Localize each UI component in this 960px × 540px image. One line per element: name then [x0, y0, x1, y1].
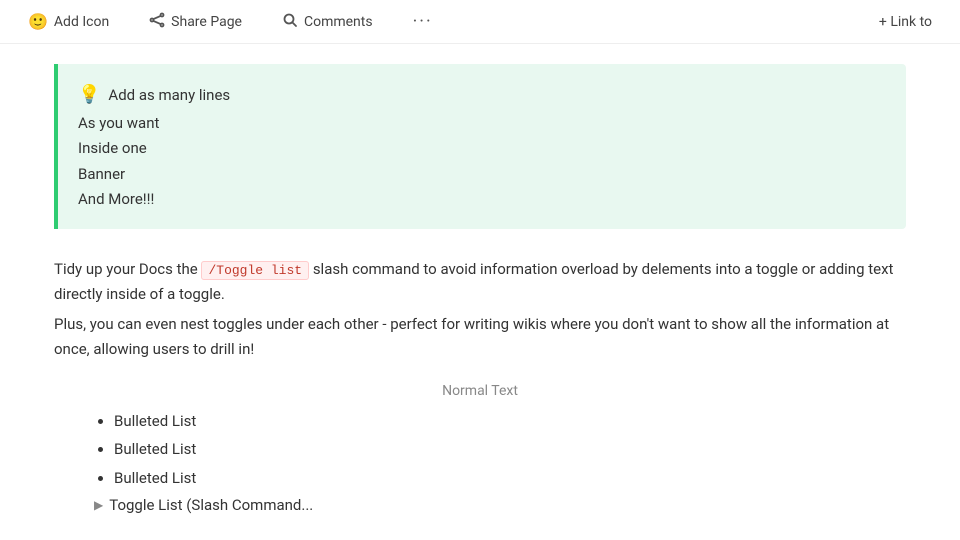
list-item: Bulleted List — [114, 407, 906, 436]
list-item: Bulleted List — [114, 464, 906, 493]
toggle-arrow-icon: ▶ — [94, 498, 103, 512]
inline-code-toggle: /Toggle list — [201, 261, 309, 280]
toolbar: 🙂 Add Icon Share Page — [0, 0, 960, 44]
body-text-2: Plus, you can even nest toggles under ea… — [54, 315, 889, 359]
link-to-button[interactable]: + Link to — [871, 10, 940, 34]
banner-line-4: Banner — [78, 162, 886, 188]
body-paragraph-1: Tidy up your Docs the /Toggle list slash… — [54, 257, 906, 308]
share-page-label: Share Page — [171, 14, 242, 30]
comments-button[interactable]: Comments — [274, 8, 381, 36]
search-icon — [282, 12, 298, 32]
body-text-before-code: Tidy up your Docs the — [54, 260, 201, 278]
more-options-label: ··· — [413, 11, 433, 32]
banner-line-2: As you want — [78, 111, 886, 137]
toggle-partial-item: ▶ Toggle List (Slash Command... — [54, 496, 906, 514]
comments-label: Comments — [304, 14, 373, 30]
banner-line-1: 💡 Add as many lines — [78, 80, 886, 111]
bulleted-list: Bulleted List Bulleted List Bulleted Lis… — [54, 407, 906, 493]
banner-line-5: And More!!! — [78, 187, 886, 213]
link-to-label: + Link to — [879, 14, 932, 30]
body-paragraph-2: Plus, you can even nest toggles under ea… — [54, 312, 906, 363]
share-icon — [149, 12, 165, 32]
add-icon-label: Add Icon — [54, 14, 109, 30]
share-page-button[interactable]: Share Page — [141, 8, 250, 36]
more-options-button[interactable]: ··· — [405, 7, 441, 36]
toolbar-left: 🙂 Add Icon Share Page — [20, 7, 847, 36]
main-content: 💡 Add as many lines As you want Inside o… — [0, 44, 960, 540]
bulb-icon: 💡 — [78, 80, 100, 111]
add-icon-button[interactable]: 🙂 Add Icon — [20, 8, 117, 35]
banner-line-3: Inside one — [78, 136, 886, 162]
smiley-icon: 🙂 — [28, 12, 48, 31]
banner-block: 💡 Add as many lines As you want Inside o… — [54, 64, 906, 229]
normal-text-label: Normal Text — [54, 383, 906, 399]
list-item: Bulleted List — [114, 435, 906, 464]
toolbar-right: + Link to — [871, 10, 940, 34]
toggle-partial-label: Toggle List (Slash Command... — [109, 496, 313, 514]
